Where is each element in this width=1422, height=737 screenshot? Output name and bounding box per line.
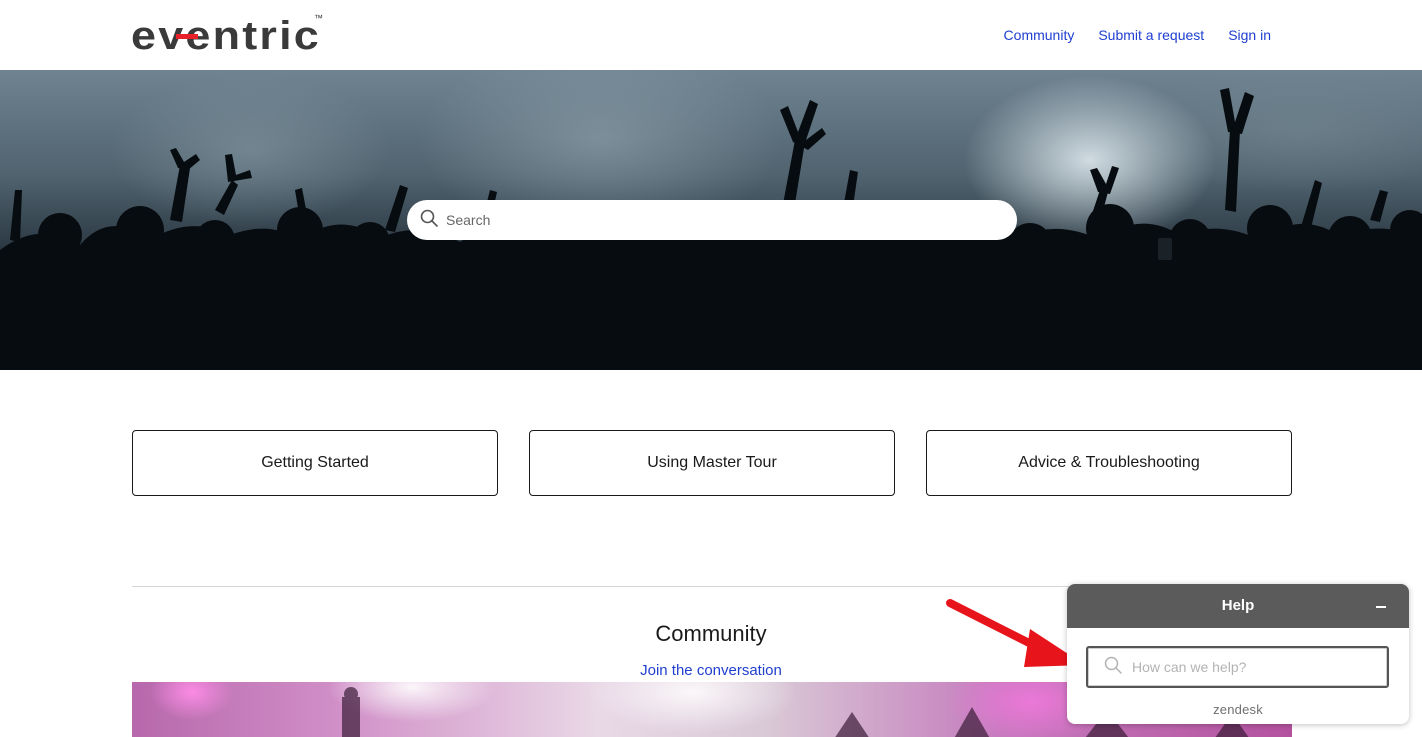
nav-community-link[interactable]: Community — [1004, 27, 1075, 43]
join-conversation-link[interactable]: Join the conversation — [640, 662, 782, 679]
category-using-master-tour[interactable]: Using Master Tour — [529, 430, 895, 496]
logo-wordmark: eventric — [131, 14, 321, 52]
logo-trademark: ™ — [314, 13, 323, 23]
category-getting-started[interactable]: Getting Started — [132, 430, 498, 496]
hero-banner — [0, 70, 1422, 370]
logo-accent — [176, 34, 198, 39]
help-widget-title: Help — [1221, 597, 1255, 614]
nav-submit-request-link[interactable]: Submit a request — [1098, 27, 1204, 43]
phone-shape — [1158, 238, 1172, 260]
site-header: eventric ™ Community Submit a request Si… — [0, 0, 1422, 70]
help-search-input[interactable] — [1132, 659, 1372, 675]
help-search-field[interactable] — [1086, 646, 1389, 688]
logo-mark: eventric ™ — [131, 13, 323, 52]
nav-sign-in-link[interactable]: Sign in — [1228, 27, 1271, 43]
hero-search-bar[interactable] — [407, 200, 1017, 240]
zendesk-brand-link[interactable]: zendesk — [1067, 702, 1409, 717]
eventric-logo[interactable]: eventric ™ — [131, 12, 326, 52]
top-nav: Community Submit a request Sign in — [1004, 27, 1271, 43]
minimize-icon[interactable] — [1371, 596, 1391, 616]
hero-search-input[interactable] — [446, 212, 986, 228]
category-blocks: Getting Started Using Master Tour Advice… — [132, 430, 1292, 496]
help-widget-header: Help — [1067, 584, 1409, 628]
help-search-icon — [1104, 656, 1122, 679]
help-widget: Help zendesk — [1067, 584, 1409, 724]
category-advice-troubleshooting[interactable]: Advice & Troubleshooting — [926, 430, 1292, 496]
search-icon — [420, 209, 438, 232]
